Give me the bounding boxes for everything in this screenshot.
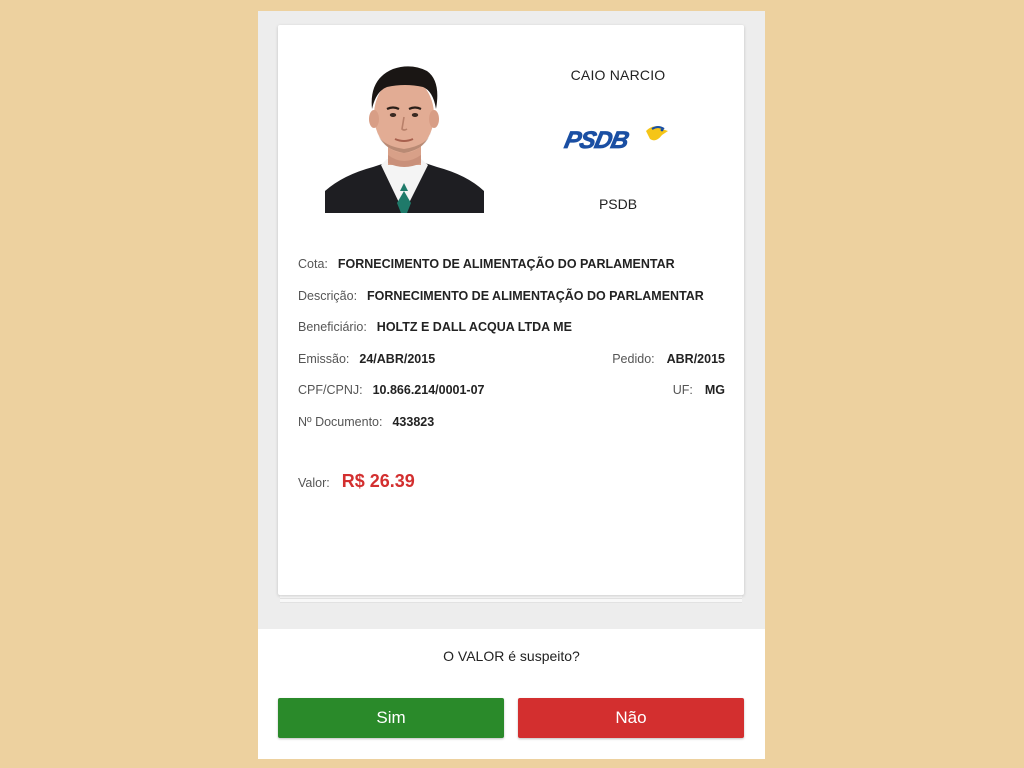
candidate-photo	[325, 63, 484, 213]
emissao-value: 24/ABR/2015	[359, 352, 436, 366]
documento-label: Nº Documento:	[298, 415, 383, 429]
card-stack-edge	[280, 599, 742, 603]
uf-label: UF:	[672, 383, 693, 397]
uf-value: MG	[704, 383, 725, 397]
beneficiario-label: Beneficiário:	[298, 320, 367, 334]
cpf-label: CPF/CPNJ:	[298, 383, 363, 397]
pedido-label: Pedido:	[612, 352, 655, 366]
svg-text:PSDB: PSDB	[562, 127, 631, 154]
valor-label: Valor:	[298, 476, 330, 490]
descricao-label: Descrição:	[298, 289, 358, 303]
party-name: PSDB	[598, 196, 638, 212]
vote-panel: O VALOR é suspeito? Sim Não	[258, 629, 765, 759]
descricao-row: Descrição: FORNECIMENTO DE ALIMENTAÇÃO DO…	[298, 289, 704, 303]
vote-question: O VALOR é suspeito?	[443, 648, 580, 664]
pedido-value: ABR/2015	[666, 352, 725, 366]
app-screen: CAIO NARCIO PSDB PSDB Cota: FORNECIMENTO …	[258, 11, 765, 759]
descricao-value: FORNECIMENTO DE ALIMENTAÇÃO DO PARLAMENT…	[367, 289, 704, 303]
expense-card[interactable]: CAIO NARCIO PSDB PSDB Cota: FORNECIMENTO …	[278, 25, 744, 595]
valor-row: Valor: R$ 26.39	[298, 471, 415, 492]
emissao-row: Emissão: 24/ABR/2015	[298, 352, 435, 366]
uf-row: UF: MG	[673, 383, 725, 397]
valor-amount: R$ 26.39	[341, 471, 415, 491]
emissao-label: Emissão:	[298, 352, 350, 366]
party-logo: PSDB	[558, 117, 678, 157]
cota-value: FORNECIMENTO DE ALIMENTAÇÃO DO PARLAMENT…	[337, 257, 675, 271]
beneficiario-row: Beneficiário: HOLTZ E DALL ACQUA LTDA ME	[298, 320, 572, 334]
cota-row: Cota: FORNECIMENTO DE ALIMENTAÇÃO DO PARL…	[298, 257, 675, 271]
candidate-name: CAIO NARCIO	[570, 67, 666, 83]
no-button[interactable]: Não	[518, 698, 744, 738]
cpf-row: CPF/CPNJ: 10.866.214/0001-07	[298, 383, 485, 397]
yes-button[interactable]: Sim	[278, 698, 504, 738]
cpf-value: 10.866.214/0001-07	[372, 383, 485, 397]
pedido-row: Pedido: ABR/2015	[612, 352, 725, 366]
cota-label: Cota:	[298, 257, 328, 271]
beneficiario-value: HOLTZ E DALL ACQUA LTDA ME	[376, 320, 572, 334]
documento-value: 433823	[392, 415, 435, 429]
documento-row: Nº Documento: 433823	[298, 415, 434, 429]
